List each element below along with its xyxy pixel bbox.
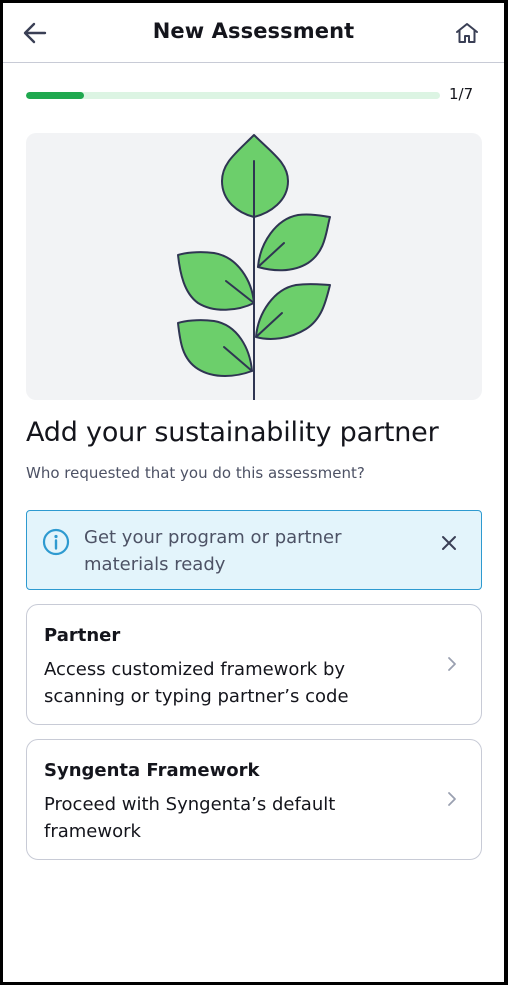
progress-bar: [26, 92, 440, 99]
chevron-right-icon: [448, 792, 456, 806]
info-banner: Get your program or partner materials re…: [26, 510, 482, 590]
page-title: New Assessment: [152, 19, 355, 43]
option-title: Syngenta Framework: [44, 760, 260, 781]
section-subheading: Who requested that you do this assessmen…: [26, 464, 365, 482]
option-title: Partner: [44, 625, 121, 646]
plant-branch-icon: [177, 134, 331, 400]
plant-illustration: [26, 133, 482, 400]
option-description: Access customized framework by scanning …: [44, 659, 349, 707]
home-button[interactable]: [451, 17, 483, 49]
progress-bar-fill: [26, 92, 84, 99]
info-banner-text: Get your program or partner materials re…: [84, 527, 342, 575]
app-screen: New Assessment 1/7 Add your sustainabili…: [3, 3, 504, 982]
syngenta-framework-option-card[interactable]: Syngenta Framework Proceed with Syngenta…: [26, 739, 482, 860]
section-heading: Add your sustainability partner: [26, 417, 439, 448]
option-description: Proceed with Syngenta’s default framewor…: [44, 794, 336, 842]
info-icon: [42, 528, 70, 556]
home-icon: [456, 23, 478, 43]
close-icon: [442, 536, 456, 550]
app-header: New Assessment: [3, 3, 504, 63]
progress-label: 1/7: [449, 85, 474, 103]
dismiss-banner-button[interactable]: [437, 531, 461, 555]
partner-option-card[interactable]: Partner Access customized framework by s…: [26, 604, 482, 725]
chevron-right-icon: [448, 657, 456, 671]
